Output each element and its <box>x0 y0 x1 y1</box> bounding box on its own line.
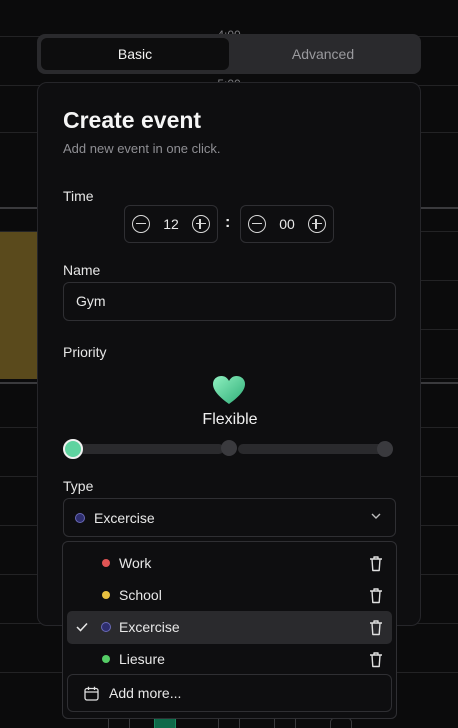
type-option-school[interactable]: School <box>67 579 392 612</box>
green-heart-icon <box>213 376 245 404</box>
trash-icon[interactable] <box>368 587 384 604</box>
dialog-title: Create event <box>63 107 202 133</box>
type-color-dot <box>76 513 84 522</box>
priority-slider-track[interactable] <box>238 444 386 454</box>
time-separator: : <box>225 214 231 231</box>
type-option-excercise[interactable]: Excercise <box>67 611 392 644</box>
chevron-down-icon <box>371 513 381 519</box>
type-color-dot <box>102 655 110 663</box>
type-option-label: Liesure <box>119 651 165 667</box>
type-label: Type <box>63 478 94 494</box>
type-color-dot <box>102 559 110 567</box>
type-color-dot <box>102 591 110 599</box>
type-color-dot <box>102 623 110 631</box>
add-more-button[interactable]: Add more... <box>67 674 392 712</box>
time-label: Time <box>63 188 94 204</box>
trash-icon[interactable] <box>368 619 384 636</box>
minutes-increment-button[interactable] <box>307 215 326 233</box>
type-option-work[interactable]: Work <box>67 547 392 580</box>
dialog-subtitle: Add new event in one click. <box>63 141 221 156</box>
hours-stepper: 12 <box>124 205 218 243</box>
type-select[interactable]: Excercise <box>63 498 396 537</box>
hours-value[interactable]: 12 <box>163 216 179 232</box>
priority-label: Priority <box>63 344 107 360</box>
type-select-value: Excercise <box>94 509 155 526</box>
type-option-label: Work <box>119 555 152 571</box>
priority-level-label: Flexible <box>202 411 258 428</box>
minutes-decrement-button[interactable] <box>248 215 266 233</box>
add-more-label: Add more... <box>109 685 182 701</box>
priority-slider-track[interactable] <box>72 444 224 454</box>
type-option-liesure[interactable]: Liesure <box>67 643 392 676</box>
minutes-stepper: 00 <box>240 205 334 243</box>
tab-basic[interactable]: Basic <box>41 38 229 70</box>
trash-icon[interactable] <box>368 555 384 572</box>
name-input[interactable]: Gym <box>63 282 396 321</box>
trash-icon[interactable] <box>368 651 384 668</box>
calendar-event-block[interactable] <box>0 232 39 379</box>
priority-slider-step[interactable] <box>221 440 237 456</box>
type-option-label: Excercise <box>119 619 180 635</box>
minutes-value[interactable]: 00 <box>279 216 295 232</box>
hours-decrement-button[interactable] <box>132 215 150 233</box>
mode-tabs: Basic Advanced <box>37 34 421 74</box>
tab-advanced[interactable]: Advanced <box>229 38 417 70</box>
type-dropdown: Work School Excercise Liesure Add more..… <box>62 541 397 719</box>
name-label: Name <box>63 262 101 278</box>
priority-slider-step[interactable] <box>377 441 393 457</box>
priority-slider-thumb[interactable] <box>63 439 83 459</box>
type-option-label: School <box>119 587 162 603</box>
calendar-icon <box>84 686 99 701</box>
hours-increment-button[interactable] <box>191 215 210 233</box>
check-icon <box>76 622 88 632</box>
